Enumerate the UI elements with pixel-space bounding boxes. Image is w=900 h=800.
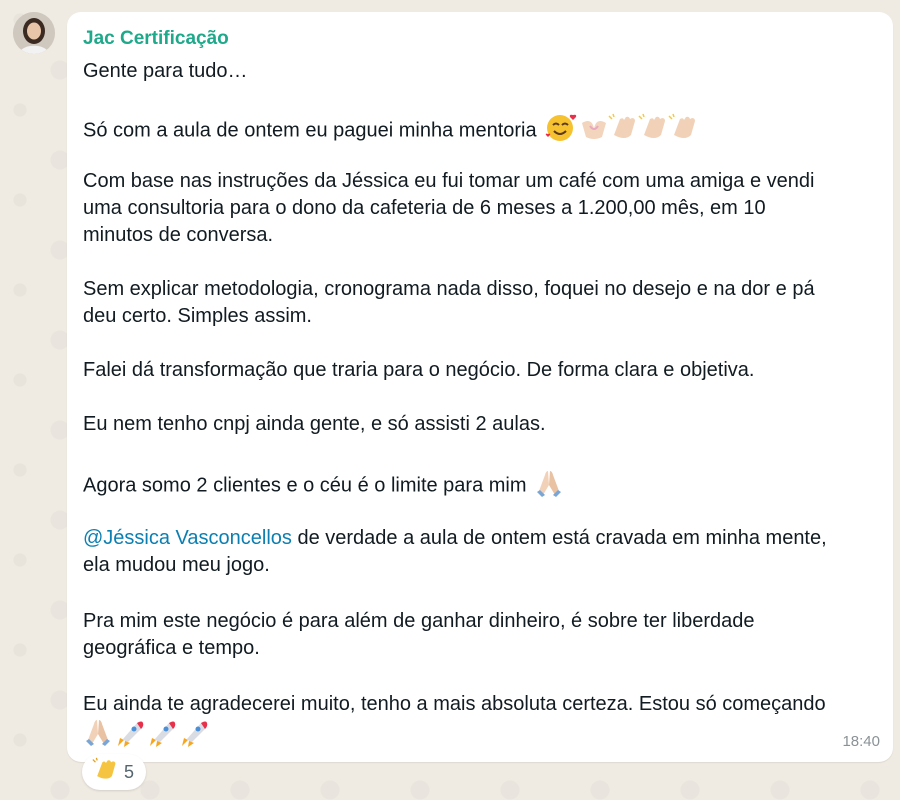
message-line: uma consultoria para o dono da cafeteria… <box>83 197 766 219</box>
message-line: Só com a aula de ontem eu paguei minha m… <box>83 113 704 149</box>
message-line: @Jéssica Vasconcellos de verdade a aula … <box>83 526 827 550</box>
smiling-face-with-hearts-icon <box>545 114 577 141</box>
message-line: Eu nem tenho cnpj ainda gente, e só assi… <box>83 413 546 435</box>
message-line: Eu ainda te agradecerei muito, tenho a m… <box>83 693 826 715</box>
user-photo-icon <box>13 12 55 54</box>
message-line: Falei dá transformação que traria para o… <box>83 359 755 381</box>
rocket-icon <box>182 721 208 747</box>
rocket-icon <box>118 721 144 747</box>
clapping-hands-icon <box>92 757 118 788</box>
clapping-hands-icon <box>638 113 666 138</box>
avatar[interactable] <box>13 12 55 54</box>
message-line: geográfica e tempo. <box>83 637 260 659</box>
message-bubble[interactable]: Jac Certificação Gente para tudo… Só com… <box>67 12 893 762</box>
reaction-count: 5 <box>124 761 135 782</box>
message-line: ela mudou meu jogo. <box>83 554 270 576</box>
message-line: Gente para tudo… <box>83 60 248 82</box>
clapping-hands-icon <box>608 113 636 138</box>
message-timestamp: 18:40 <box>842 733 880 750</box>
rocket-icon <box>150 721 176 747</box>
reaction-badge[interactable]: 5 <box>82 754 147 790</box>
message-text: Só com a aula de ontem eu paguei minha m… <box>83 119 537 142</box>
message-line: Com base nas instruções da Jéssica eu fu… <box>83 170 815 192</box>
folded-hands-icon <box>534 468 564 504</box>
message-line: Agora somo 2 clientes e o céu é o limite… <box>83 468 564 504</box>
message-line: minutos de conversa. <box>83 224 274 246</box>
clapping-hands-icon <box>668 113 696 138</box>
message-line: deu certo. Simples assim. <box>83 305 312 327</box>
folded-hands-icon <box>86 720 110 746</box>
emoji-line <box>83 717 213 755</box>
mention-link[interactable]: @Jéssica Vasconcellos <box>83 527 292 549</box>
message-text: Agora somo 2 clientes e o céu é o limite… <box>83 474 527 497</box>
message-text: de verdade a aula de ontem está cravada … <box>291 527 827 549</box>
emoji-group <box>544 113 704 149</box>
message-line: Pra mim este negócio é para além de ganh… <box>83 610 755 632</box>
sender-name[interactable]: Jac Certificação <box>83 28 229 50</box>
message-line: Sem explicar metodologia, cronograma nad… <box>83 278 815 300</box>
heart-hands-icon <box>582 121 607 139</box>
